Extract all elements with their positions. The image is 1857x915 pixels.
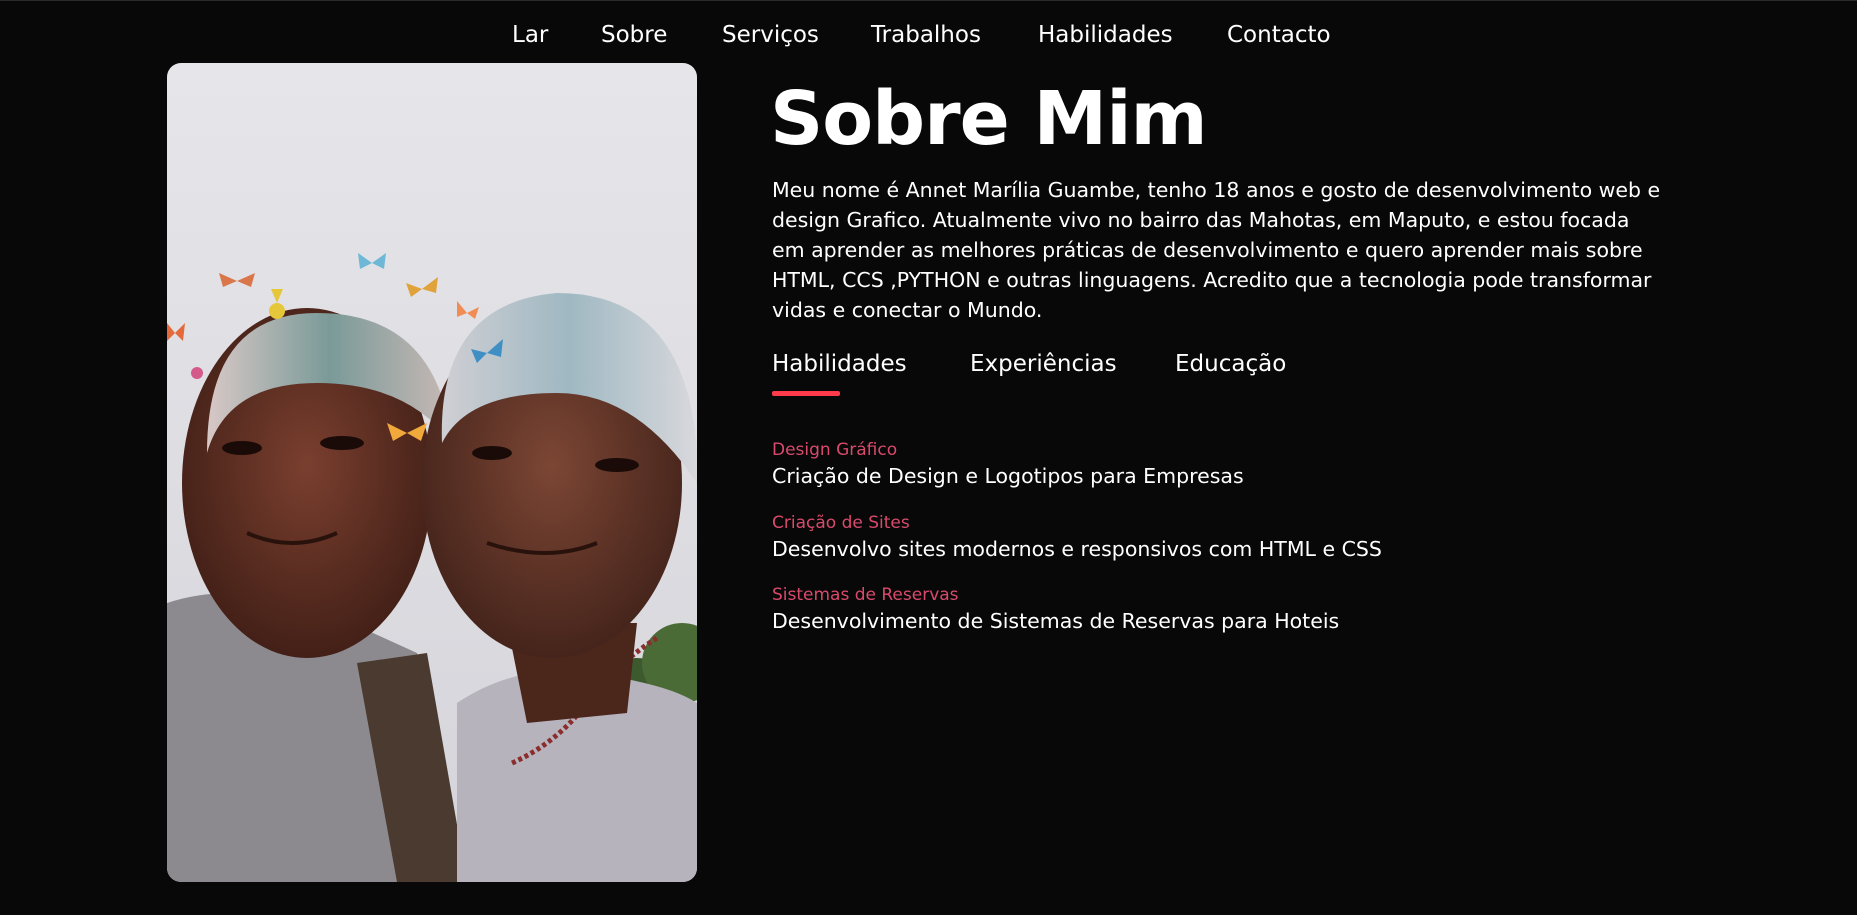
- tab-educacao[interactable]: Educação: [1175, 351, 1286, 377]
- nav-link-sobre[interactable]: Sobre: [601, 22, 667, 48]
- page: Lar Sobre Serviços Trabalhos Habilidades…: [0, 0, 1857, 915]
- about-paragraph: Meu nome é Annet Marília Guambe, tenho 1…: [772, 178, 1661, 322]
- tab-habilidades[interactable]: Habilidades: [772, 351, 907, 377]
- skills-list: Design Gráfico Criação de Design e Logot…: [772, 438, 1672, 656]
- list-item: Sistemas de Reservas Desenvolvimento de …: [772, 583, 1672, 656]
- nav-link-lar[interactable]: Lar: [512, 22, 548, 48]
- nav-link-contacto[interactable]: Contacto: [1227, 22, 1331, 48]
- profile-photo: [167, 63, 697, 882]
- active-tab-underline: [772, 391, 840, 396]
- skill-description: Criação de Design e Logotipos para Empre…: [772, 464, 1244, 488]
- skill-description: Desenvolvimento de Sistemas de Reservas …: [772, 609, 1340, 633]
- nav-link-servicos[interactable]: Serviços: [722, 22, 819, 48]
- skill-description: Desenvolvo sites modernos e responsivos …: [772, 536, 1382, 561]
- page-title: Sobre Mim: [770, 76, 1208, 162]
- skill-title: Criação de Sites: [772, 512, 910, 533]
- nav-link-trabalhos[interactable]: Trabalhos: [871, 22, 981, 48]
- list-item: Design Gráfico Criação de Design e Logot…: [772, 438, 1672, 511]
- skill-title: Sistemas de Reservas: [772, 585, 959, 605]
- list-item: Criação de Sites Desenvolvo sites modern…: [772, 511, 1672, 584]
- skill-title: Design Gráfico: [772, 440, 898, 460]
- nav-link-habilidades[interactable]: Habilidades: [1038, 22, 1173, 48]
- about-tabs: Habilidades Experiências Educação: [772, 351, 1472, 401]
- tab-experiencias[interactable]: Experiências: [970, 351, 1117, 377]
